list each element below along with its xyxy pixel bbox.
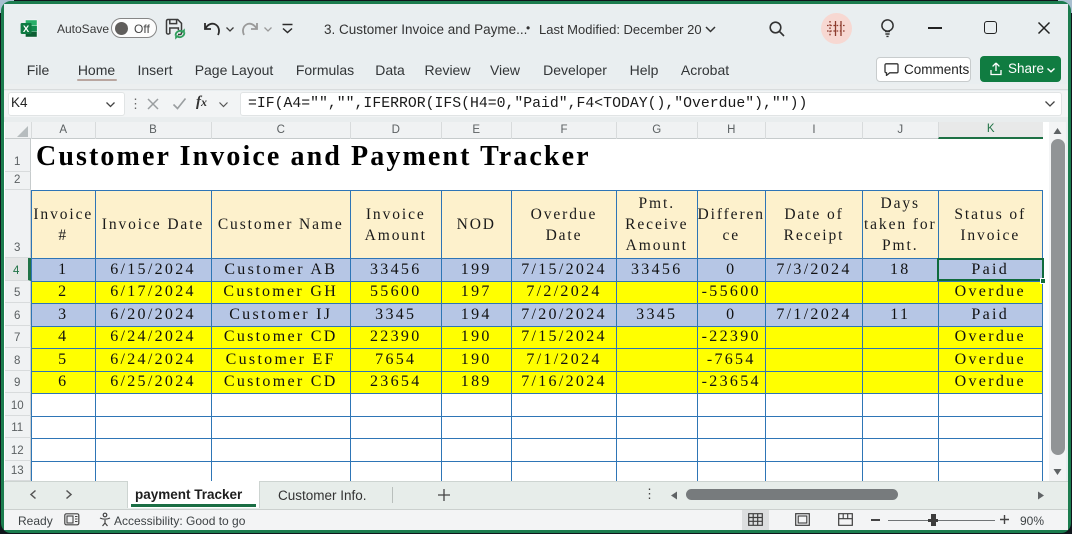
svg-text:X: X (23, 24, 30, 35)
